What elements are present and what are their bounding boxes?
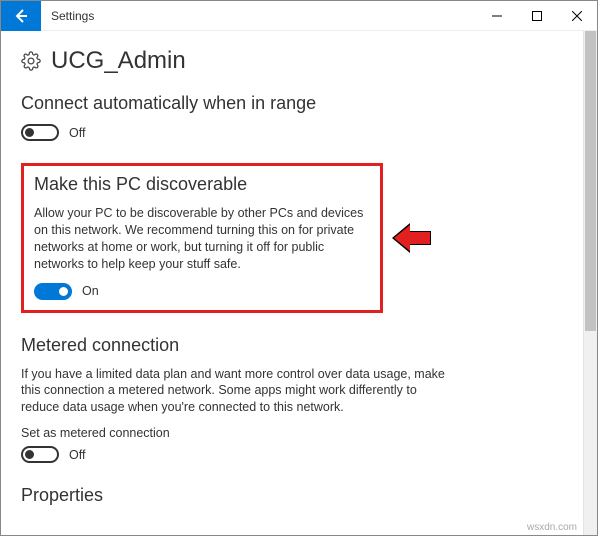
scrollbar[interactable] <box>583 31 597 535</box>
window-title: Settings <box>41 9 477 23</box>
arrow-left-icon <box>13 8 29 24</box>
section-title: Properties <box>21 485 577 506</box>
auto-connect-toggle[interactable]: Off <box>21 124 577 141</box>
toggle-knob <box>59 287 68 296</box>
section-properties: Properties <box>21 485 577 506</box>
section-title: Metered connection <box>21 335 577 356</box>
section-title: Make this PC discoverable <box>34 174 370 195</box>
window-controls <box>477 1 597 31</box>
toggle-track <box>34 283 72 300</box>
section-description: Allow your PC to be discoverable by othe… <box>34 205 370 273</box>
metered-toggle[interactable]: Off <box>21 446 577 463</box>
toggle-knob <box>25 450 34 459</box>
discoverable-highlight: Make this PC discoverable Allow your PC … <box>21 163 383 313</box>
title-bar: Settings <box>1 1 597 31</box>
discoverable-toggle[interactable]: On <box>34 283 370 300</box>
toggle-track <box>21 124 59 141</box>
toggle-knob <box>25 128 34 137</box>
minimize-button[interactable] <box>477 1 517 31</box>
back-button[interactable] <box>1 1 41 31</box>
gear-icon <box>21 51 41 71</box>
annotation-arrow <box>392 223 432 253</box>
scrollbar-thumb[interactable] <box>585 31 596 331</box>
metered-sublabel: Set as metered connection <box>21 426 577 440</box>
section-title: Connect automatically when in range <box>21 93 577 114</box>
toggle-track <box>21 446 59 463</box>
section-auto-connect: Connect automatically when in range Off <box>21 93 577 141</box>
maximize-icon <box>532 11 542 21</box>
toggle-label: Off <box>69 126 85 140</box>
page-header: UCG_Admin <box>21 47 577 75</box>
watermark: wsxdn.com <box>527 522 577 533</box>
content-area: UCG_Admin Connect automatically when in … <box>1 31 597 535</box>
minimize-icon <box>492 11 502 21</box>
section-metered: Metered connection If you have a limited… <box>21 335 577 464</box>
maximize-button[interactable] <box>517 1 557 31</box>
toggle-label: On <box>82 284 99 298</box>
section-description: If you have a limited data plan and want… <box>21 366 451 417</box>
page-title: UCG_Admin <box>51 47 186 75</box>
close-button[interactable] <box>557 1 597 31</box>
close-icon <box>572 11 582 21</box>
toggle-label: Off <box>69 448 85 462</box>
